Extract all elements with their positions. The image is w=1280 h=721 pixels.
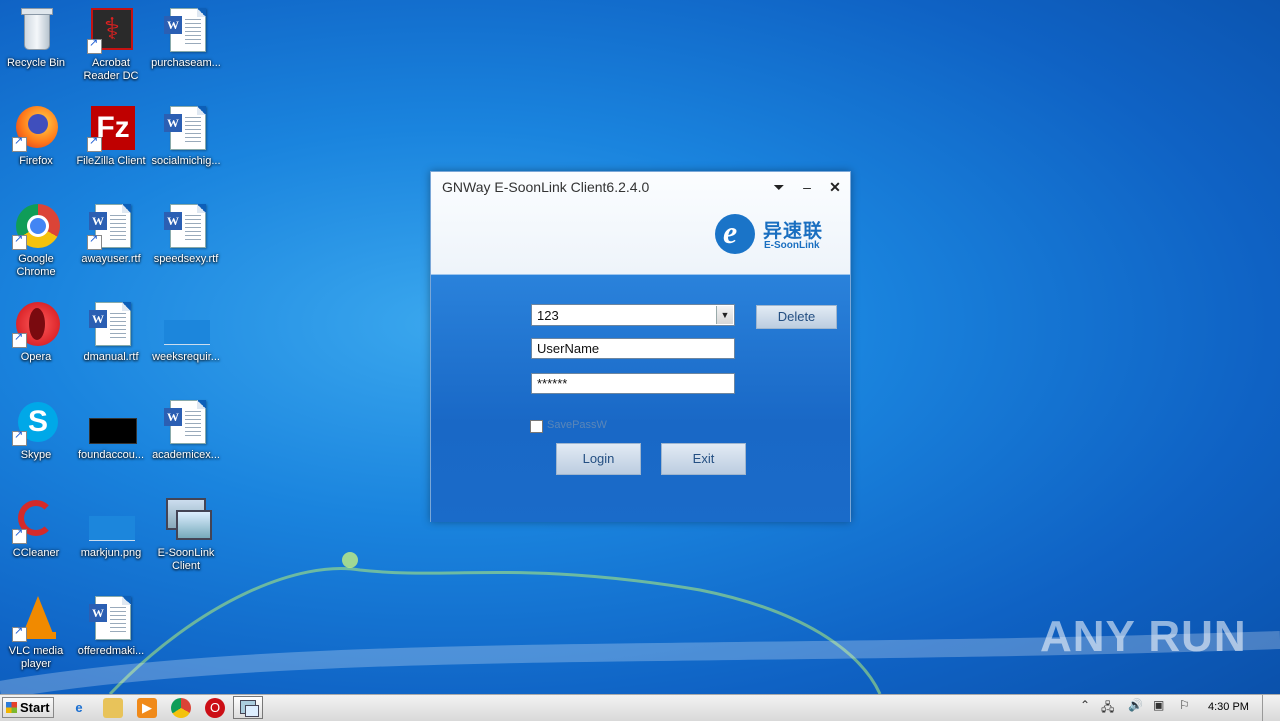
desktop-icon-offeredmaki[interactable]: W offeredmaki... [73,594,149,658]
chrome-icon [12,202,60,250]
taskbar: Start e ▶ O ⌃ 🖧 🔊 ▣ ⚐ 4:30 PM [0,694,1280,721]
dialog-title: GNWay E-SoonLink Client6.2.4.0 [442,179,650,195]
desktop-icon-label: VLC media player [8,645,64,670]
image-file-icon [87,398,137,446]
logo-english-text: E-SoonLink [764,240,820,251]
desktop-icon-label: academicex... [152,449,220,461]
image-file-icon [162,300,210,348]
desktop-icon-acrobat-reader[interactable]: ⚕ Acrobat Reader DC [73,6,149,83]
word-document-icon: W [162,6,210,54]
filezilla-icon: Fz [87,104,135,152]
logo-chinese-text: 异速联 [763,221,824,242]
desktop-icon-foundaccou[interactable]: foundaccou... [73,398,149,462]
show-desktop-button[interactable] [1262,695,1280,721]
desktop-icon-esoonlink-client[interactable]: E-SoonLink Client [148,496,224,573]
recycle-bin-icon [12,6,60,54]
esoonlink-client-icon [162,496,212,544]
desktop-icon-dmanual[interactable]: W dmanual.rtf [73,300,149,364]
desktop-icon-label: Recycle Bin [6,57,66,69]
desktop-icon-socialmichig[interactable]: W socialmichig... [148,104,224,168]
save-password-checkbox[interactable] [530,420,543,433]
dropdown-menu-icon[interactable]: ⏷ [770,178,788,196]
desktop-icon-google-chrome[interactable]: Google Chrome [0,202,74,279]
dialog-header: GNWay E-SoonLink Client6.2.4.0 ⏷ – ✕ e 异… [431,172,850,274]
firefox-icon [12,104,60,152]
file-explorer-icon[interactable] [103,698,123,718]
word-document-icon: W [87,202,135,250]
skype-icon: S [12,398,60,446]
opera-icon [12,300,60,348]
close-icon[interactable]: ✕ [826,178,844,196]
start-button[interactable]: Start [2,697,54,718]
desktop-icon-label: purchaseam... [151,57,221,69]
desktop-icon-ccleaner[interactable]: CCleaner [0,496,74,560]
word-document-icon: W [162,104,210,152]
word-document-icon: W [87,594,135,642]
dialog-body: 123 ▼ Delete SavePassW Login Exit [431,274,850,522]
desktop-icon-label: Skype [20,449,52,461]
desktop-icon-markjun[interactable]: markjun.png [73,496,149,560]
ccleaner-icon [12,496,60,544]
server-select-value: 123 [537,308,559,323]
server-select[interactable]: 123 ▼ [531,304,735,326]
esoonlink-taskbar-button[interactable] [233,696,263,719]
desktop-icon-weeksrequir[interactable]: weeksrequir... [148,300,224,364]
desktop-icon-speedsexy[interactable]: W speedsexy.rtf [148,202,224,266]
esoonlink-login-dialog: GNWay E-SoonLink Client6.2.4.0 ⏷ – ✕ e 异… [430,171,851,522]
word-document-icon: W [87,300,135,348]
desktop-icon-label: speedsexy.rtf [153,253,219,265]
desktop-icon-label: dmanual.rtf [83,351,139,363]
desktop-icon-label: Firefox [19,155,53,167]
desktop-icon-label: E-SoonLink Client [157,547,215,572]
desktop-icon-label: offeredmaki... [77,645,145,657]
opera-taskbar-icon[interactable]: O [205,698,225,718]
desktop-icon-label: Google Chrome [16,253,56,278]
word-document-icon: W [162,398,210,446]
desktop-icon-label: markjun.png [80,547,142,559]
media-player-icon[interactable]: ▶ [137,698,157,718]
desktop-icon-label: foundaccou... [77,449,145,461]
vlc-icon [12,594,60,642]
chrome-taskbar-icon[interactable] [171,698,191,718]
esoonlink-logo: e 异速联 E-SoonLink [715,214,835,260]
desktop-icon-skype[interactable]: S Skype [0,398,74,462]
desktop-icon-awayuser[interactable]: W awayuser.rtf [73,202,149,266]
action-center-icon[interactable]: ▣ [1153,698,1164,712]
flag-icon[interactable]: ⚐ [1179,698,1190,712]
show-hidden-icons-icon[interactable]: ⌃ [1080,698,1090,712]
minimize-icon[interactable]: – [798,178,816,196]
desktop-icon-academicex[interactable]: W academicex... [148,398,224,462]
image-file-icon [87,496,135,544]
desktop-icon-recycle-bin[interactable]: Recycle Bin [0,6,74,70]
desktop-icon-purchaseam[interactable]: W purchaseam... [148,6,224,70]
desktop-icon-label: socialmichig... [151,155,221,167]
desktop-icon-vlc[interactable]: VLC media player [0,594,74,671]
exit-button[interactable]: Exit [661,443,746,475]
desktop-icon-label: Opera [20,351,52,363]
volume-icon[interactable]: 🔊 [1128,698,1143,712]
chevron-down-icon[interactable]: ▼ [716,306,733,324]
desktop-icon-label: weeksrequir... [152,351,220,363]
clock[interactable]: 4:30 PM [1208,701,1249,713]
save-password-label: SavePassW [547,419,607,431]
internet-explorer-icon[interactable]: e [69,698,89,718]
delete-button[interactable]: Delete [756,305,837,329]
desktop-icon-firefox[interactable]: Firefox [0,104,74,168]
password-input[interactable] [531,373,735,394]
desktop-icon-label: CCleaner [12,547,60,559]
desktop-icon-label: Acrobat Reader DC [83,57,139,82]
word-document-icon: W [162,202,210,250]
anyrun-watermark: ANY RUN [1040,612,1247,661]
desktop-icon-filezilla[interactable]: Fz FileZilla Client [73,104,149,168]
desktop-icon-label: FileZilla Client [76,155,146,167]
network-icon[interactable]: 🖧 [1101,698,1114,719]
desktop-icon-opera[interactable]: Opera [0,300,74,364]
login-button[interactable]: Login [556,443,641,475]
username-input[interactable] [531,338,735,359]
acrobat-reader-icon: ⚕ [87,6,135,54]
desktop-icon-label: awayuser.rtf [81,253,141,265]
